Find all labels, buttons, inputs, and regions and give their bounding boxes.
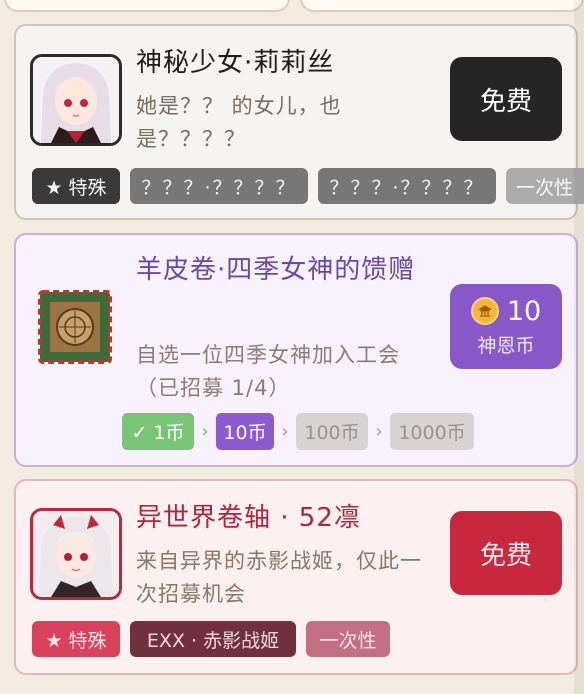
currency-label: 神恩币 xyxy=(477,334,535,357)
chevron-right-icon: › xyxy=(281,421,289,442)
parchment-scroll-icon xyxy=(38,290,112,364)
card-description: 来自异界的赤影战姬，仅此一次招募机会 xyxy=(136,549,422,606)
card-title: 异世界卷轴 · 52凛 xyxy=(136,503,361,533)
card-description: 自选一位四季女神加入工会（已招募 1/4） xyxy=(136,343,400,400)
tag-special: ★ 特殊 xyxy=(32,168,120,204)
step-1-coin-done: ✓ 1币 xyxy=(122,413,194,450)
tag-one-time: 一次性 xyxy=(506,168,584,204)
card-title: 羊皮卷·四季女神的馈赠 xyxy=(136,255,416,285)
step-10-coin-current: 10币 xyxy=(216,413,274,450)
free-recruit-button[interactable]: 免费 xyxy=(450,57,562,141)
recruit-card-52-rin[interactable]: 异世界卷轴 · 52凛 来自异界的赤影战姬，仅此一次招募机会 免费 ★ 特殊 E… xyxy=(14,479,578,675)
step-1000-coin: 1000币 xyxy=(390,413,474,450)
chevron-right-icon: › xyxy=(201,421,209,442)
lilith-avatar-icon xyxy=(30,54,122,146)
recruit-card-parchment[interactable]: 羊皮卷·四季女神的馈赠 自选一位四季女神加入工会（已招募 1/4） 10 神恩币… xyxy=(14,233,578,467)
free-recruit-button[interactable]: 免费 xyxy=(450,511,562,595)
card-title: 神秘少女·莉莉丝 xyxy=(136,48,335,78)
coin-icon xyxy=(470,297,499,325)
red-warrior-avatar-icon xyxy=(30,508,122,600)
chevron-right-icon: › xyxy=(375,421,383,442)
tag-special: ★ 特殊 xyxy=(32,621,120,657)
tag-one-time: 一次性 xyxy=(306,621,390,657)
tag-hidden-title: ？？？·？？？？ xyxy=(318,168,496,204)
coin-recruit-button[interactable]: 10 神恩币 xyxy=(450,284,562,369)
card-description: 她是？？ 的女儿，也是？？？？ xyxy=(136,94,342,151)
recruit-card-lilith[interactable]: 神秘少女·莉莉丝 她是？？ 的女儿，也是？？？？ 免费 ★ 特殊 ？？？·？？？… xyxy=(14,24,584,220)
price-steps: ✓ 1币 › 10币 › 100币 › 1000币 xyxy=(122,413,474,450)
scrollbar[interactable] xyxy=(574,0,584,694)
tag-hidden-name: ？？？·？？？？ xyxy=(130,168,308,204)
coin-amount: 10 xyxy=(506,295,542,327)
step-100-coin: 100币 xyxy=(296,413,368,450)
tag-rank-name: EXX · 赤影战姬 xyxy=(130,621,296,657)
previous-card-stub-left xyxy=(4,0,290,12)
previous-card-stub-right xyxy=(300,0,584,12)
